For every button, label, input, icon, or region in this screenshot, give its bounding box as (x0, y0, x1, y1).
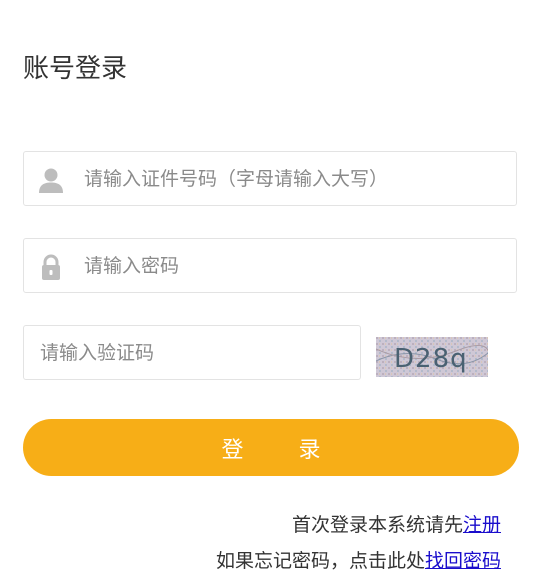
forgot-password-link[interactable]: 找回密码 (425, 550, 501, 572)
password-field[interactable] (23, 238, 517, 293)
captcha-text: D28q (394, 344, 468, 374)
id-number-field[interactable] (23, 151, 517, 206)
register-link[interactable]: 注册 (463, 514, 501, 536)
register-prefix: 首次登录本系统请先 (291, 514, 463, 536)
password-input[interactable] (84, 239, 506, 292)
register-hint: 首次登录本系统请先注册 (292, 510, 501, 537)
captcha-field[interactable] (23, 325, 361, 380)
id-number-input[interactable] (84, 152, 506, 205)
page-title: 账号登录 (23, 54, 128, 84)
forgot-hint: 如果忘记密码，点击此处找回密码 (216, 546, 501, 573)
forgot-prefix: 如果忘记密码，点击此处 (215, 550, 425, 572)
captcha-input[interactable] (40, 326, 350, 379)
user-icon (37, 166, 65, 194)
login-button[interactable]: 登 录 (23, 419, 519, 476)
captcha-image[interactable]: D28q (375, 337, 490, 377)
lock-icon (37, 253, 65, 281)
